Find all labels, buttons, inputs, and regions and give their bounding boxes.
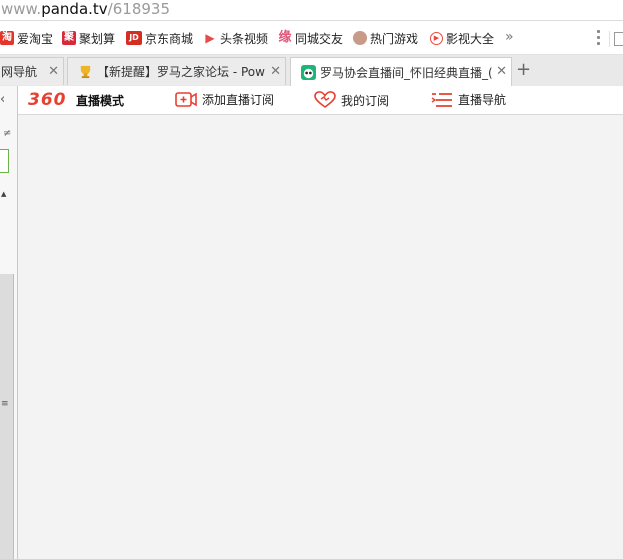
bookmark-label: 京东商城 bbox=[145, 31, 194, 46]
scroll-up-icon[interactable]: ▲ bbox=[1, 190, 6, 198]
bookmark-juhuasuan[interactable]: 聚 聚划算 bbox=[62, 29, 115, 47]
close-icon[interactable]: ✕ bbox=[48, 64, 59, 79]
toolbar-item-label: 添加直播订阅 bbox=[202, 93, 275, 107]
close-icon[interactable]: ✕ bbox=[270, 64, 281, 79]
url-domain: panda.tv bbox=[41, 0, 108, 18]
juhuasuan-icon: 聚 bbox=[62, 31, 76, 45]
trophy-icon bbox=[80, 65, 91, 79]
bookmark-label: 聚划算 bbox=[79, 31, 116, 46]
chevron-left-icon[interactable]: ‹ bbox=[0, 92, 5, 107]
tab-title: 【新提醒】罗马之家论坛 - Pow bbox=[97, 65, 265, 79]
add-video-icon bbox=[175, 92, 197, 107]
jd-icon: JD bbox=[126, 31, 142, 45]
tab-forum[interactable]: 【新提醒】罗马之家论坛 - Pow ✕ bbox=[67, 57, 286, 85]
tab-title: 网导航 bbox=[1, 65, 38, 79]
menu-dots-icon[interactable] bbox=[597, 30, 601, 48]
bookmark-label: 影视大全 bbox=[446, 31, 495, 46]
side-panel-field[interactable] bbox=[0, 149, 9, 173]
more-bookmarks-icon[interactable]: » bbox=[505, 29, 514, 45]
new-tab-button[interactable]: + bbox=[516, 59, 531, 80]
bookmark-tongcheng[interactable]: 缘 同城交友 bbox=[278, 29, 343, 47]
bookmark-jd[interactable]: JD 京东商城 bbox=[126, 29, 193, 47]
heart-outline-icon bbox=[314, 91, 336, 108]
add-subscription-button[interactable]: 添加直播订阅 bbox=[175, 91, 274, 108]
close-icon[interactable]: ✕ bbox=[496, 64, 507, 79]
avatar-icon bbox=[353, 31, 367, 45]
tab-strip: 网导航 ✕ 【新提醒】罗马之家论坛 - Pow ✕ 罗马协会直播间_怀旧经典直播… bbox=[0, 55, 623, 87]
side-panel: ‹ ≠ ▲ ≡ bbox=[0, 86, 18, 559]
tab-title: 罗马协会直播间_怀旧经典直播_( bbox=[320, 66, 493, 80]
live-nav-button[interactable]: 直播导航 bbox=[431, 91, 506, 108]
panda-icon bbox=[301, 65, 316, 80]
bookmark-label: 头条视频 bbox=[220, 31, 269, 46]
list-icon bbox=[431, 92, 452, 107]
live-toolbar: 360 直播模式 添加直播订阅 我的订阅 直播导航 bbox=[18, 86, 623, 115]
tab-live-room[interactable]: 罗马协会直播间_怀旧经典直播_( ✕ bbox=[290, 57, 512, 87]
divider bbox=[609, 31, 610, 47]
tab-nav[interactable]: 网导航 ✕ bbox=[0, 57, 64, 85]
bookmark-taobao[interactable]: 淘 爱淘宝 bbox=[0, 29, 53, 47]
logo-360: 360 bbox=[28, 90, 67, 110]
toolbar-item-label: 直播导航 bbox=[458, 93, 507, 107]
my-subscriptions-button[interactable]: 我的订阅 bbox=[314, 91, 389, 109]
pin-icon[interactable]: ≠ bbox=[3, 128, 11, 139]
url-prefix: www. bbox=[1, 0, 42, 18]
page-content bbox=[18, 115, 623, 559]
video-icon: ▶ bbox=[430, 31, 443, 45]
scrollbar[interactable] bbox=[0, 274, 14, 559]
play-icon: ▶ bbox=[205, 31, 215, 45]
grip-icon[interactable]: ≡ bbox=[1, 399, 9, 409]
panel-icon[interactable] bbox=[614, 32, 623, 46]
bookmark-label: 爱淘宝 bbox=[17, 31, 54, 46]
bookmark-games[interactable]: 热门游戏 bbox=[353, 29, 418, 47]
url-path: /618935 bbox=[107, 0, 170, 18]
url-text[interactable]: www.panda.tv/618935 bbox=[1, 0, 170, 18]
heart-icon: 缘 bbox=[278, 30, 292, 45]
address-bar[interactable]: www.panda.tv/618935 bbox=[0, 0, 623, 21]
taobao-icon: 淘 bbox=[0, 31, 14, 45]
live-mode-label: 直播模式 bbox=[76, 94, 125, 108]
bookmark-label: 热门游戏 bbox=[370, 31, 419, 46]
bookmark-label: 同城交友 bbox=[295, 31, 344, 46]
bookmark-toutiao[interactable]: ▶ 头条视频 bbox=[203, 29, 268, 47]
bookmark-yingshi[interactable]: ▶ 影视大全 bbox=[430, 29, 494, 47]
toolbar-item-label: 我的订阅 bbox=[341, 93, 390, 108]
bookmarks-bar: 淘 爱淘宝 聚 聚划算 JD 京东商城 ▶ 头条视频 缘 同城交友 热门游戏 ▶… bbox=[0, 21, 623, 55]
